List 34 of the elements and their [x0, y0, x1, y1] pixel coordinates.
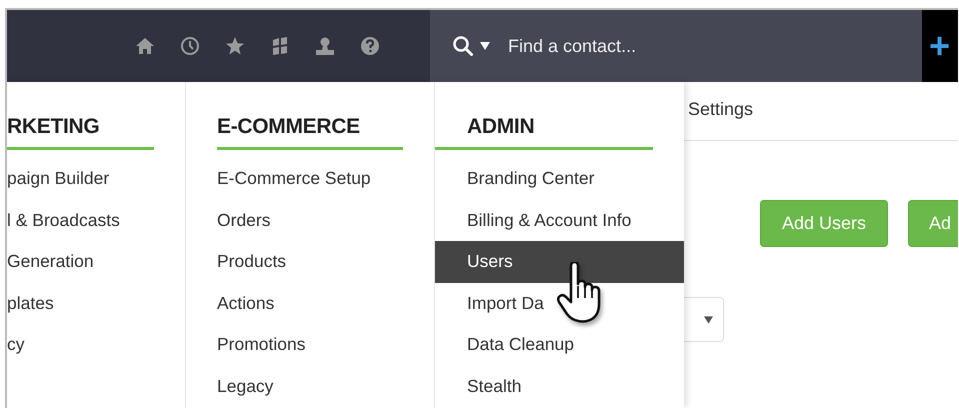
menu-heading: RKETING: [7, 115, 154, 150]
star-icon[interactable]: [225, 36, 245, 56]
menu-item[interactable]: E-Commerce Setup: [217, 158, 434, 200]
search-field[interactable]: Find a contact...: [508, 36, 868, 56]
add-button[interactable]: +: [922, 10, 958, 82]
settings-tab[interactable]: Settings: [688, 99, 754, 119]
menu-item[interactable]: Billing & Account Info: [435, 200, 684, 242]
clock-icon[interactable]: [180, 36, 200, 56]
menu-item[interactable]: paign Builder: [7, 158, 185, 200]
search-icon[interactable]: [452, 35, 474, 57]
caret-icon: [704, 316, 713, 324]
menu-item[interactable]: Data Cleanup: [435, 324, 684, 366]
menu-item[interactable]: Stealth: [435, 366, 684, 408]
grid-icon[interactable]: [270, 36, 290, 56]
menu-heading: E-COMMERCE: [217, 115, 403, 150]
menu-item[interactable]: l & Broadcasts: [7, 200, 185, 242]
caret-icon[interactable]: [480, 42, 490, 50]
menu-item[interactable]: Import Da: [435, 282, 684, 324]
select-field[interactable]: [684, 297, 724, 342]
menu-item[interactable]: Generation: [7, 241, 185, 283]
menu-item[interactable]: Legacy: [217, 366, 434, 408]
menu-item[interactable]: Products: [217, 241, 434, 283]
home-icon[interactable]: [135, 36, 155, 56]
menu-heading: ADMIN: [435, 115, 653, 150]
menu-item[interactable]: Orders: [217, 200, 434, 242]
hand-cursor-icon: [557, 262, 603, 324]
menu-item[interactable]: Branding Center: [435, 158, 684, 200]
help-icon[interactable]: [360, 36, 380, 56]
person-icon[interactable]: [315, 36, 335, 56]
menu-item[interactable]: Users: [435, 241, 684, 283]
menu-item[interactable]: plates: [7, 282, 185, 324]
menu-item[interactable]: cy: [7, 324, 185, 366]
menu-item[interactable]: Actions: [217, 282, 434, 324]
menu-item[interactable]: Promotions: [217, 324, 434, 366]
